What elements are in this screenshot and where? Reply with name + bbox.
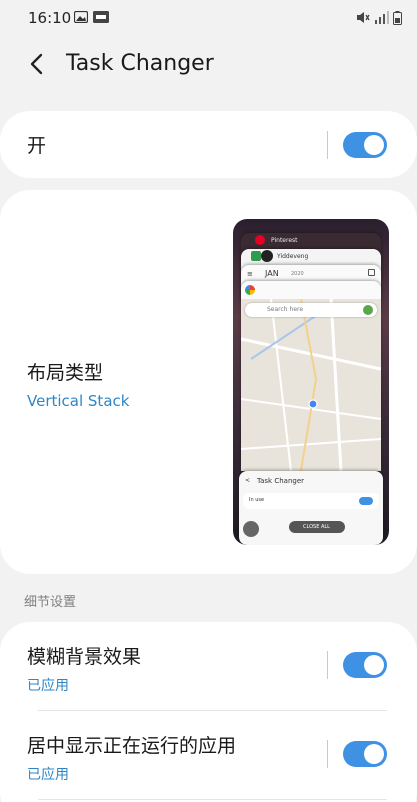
blur-background-label: 模糊背景效果 — [27, 646, 142, 668]
preview-task-changer-card: < Task Changer In use CLOSE ALL — [239, 471, 383, 545]
pinterest-icon — [255, 235, 265, 245]
toggle-knob — [364, 135, 384, 155]
mute-icon — [357, 12, 370, 23]
preview-close-all-label: CLOSE ALL — [303, 524, 330, 530]
map-roads — [241, 299, 381, 471]
blur-background-status: 已应用 — [27, 678, 69, 694]
status-time: 16:10 — [28, 9, 72, 27]
layout-preview-image: Pinterest Yiddeveng ≡ JAN 2020 Search he… — [233, 219, 389, 545]
calendar-year: 2020 — [291, 271, 304, 277]
blur-background-toggle[interactable] — [343, 652, 387, 678]
map-search-placeholder: Search here — [267, 306, 304, 313]
section-title: 细节设置 — [24, 595, 77, 610]
account-avatar — [363, 305, 373, 315]
preview-title: Task Changer — [257, 477, 305, 485]
master-switch-row[interactable]: 开 — [0, 111, 417, 178]
sheets-icon — [251, 251, 261, 261]
toggle-knob — [364, 744, 384, 764]
app-avatar-icon — [261, 250, 273, 262]
row-divider — [38, 799, 387, 800]
layout-type-value[interactable]: Vertical Stack — [27, 392, 129, 410]
preview-close-all-button: CLOSE ALL — [289, 521, 345, 533]
back-arrow-icon[interactable] — [24, 50, 52, 78]
map-area: Search here — [241, 299, 381, 471]
layout-type-label: 布局类型 — [27, 362, 104, 384]
header: Task Changer — [0, 40, 417, 90]
gallery-icon — [74, 11, 88, 23]
status-bar: 16:10 — [0, 0, 417, 36]
master-toggle[interactable] — [343, 132, 387, 158]
menu-icon: ≡ — [247, 270, 253, 278]
preview-toggle — [359, 497, 373, 505]
preview-back-icon: < — [245, 477, 251, 484]
preview-in-use-row: In use — [243, 493, 379, 509]
center-running-app-toggle[interactable] — [343, 741, 387, 767]
maps-icon — [245, 285, 255, 295]
preview-maps-card: Search here — [241, 281, 381, 471]
center-running-app-status: 已应用 — [27, 767, 69, 783]
preview-apps-button — [243, 521, 259, 537]
page-title: Task Changer — [66, 51, 214, 76]
details-card: 模糊背景效果 已应用 居中显示正在运行的应用 已应用 — [0, 622, 417, 802]
divider — [327, 740, 328, 768]
divider — [327, 651, 328, 679]
preview-app-name: Yiddeveng — [277, 253, 309, 260]
divider — [327, 131, 328, 159]
preview-in-use-label: In use — [249, 497, 265, 503]
map-search-bar: Search here — [245, 303, 377, 317]
signal-icon — [375, 11, 389, 24]
notification-app-icon — [93, 11, 109, 23]
battery-icon — [393, 11, 402, 25]
master-switch-label: 开 — [27, 135, 47, 157]
toggle-knob — [364, 655, 384, 675]
preview-app-name: Pinterest — [271, 237, 298, 244]
calendar-icon — [368, 269, 375, 276]
calendar-month: JAN — [265, 269, 279, 278]
row-divider — [38, 710, 387, 711]
center-running-app-label: 居中显示正在运行的应用 — [27, 735, 237, 757]
